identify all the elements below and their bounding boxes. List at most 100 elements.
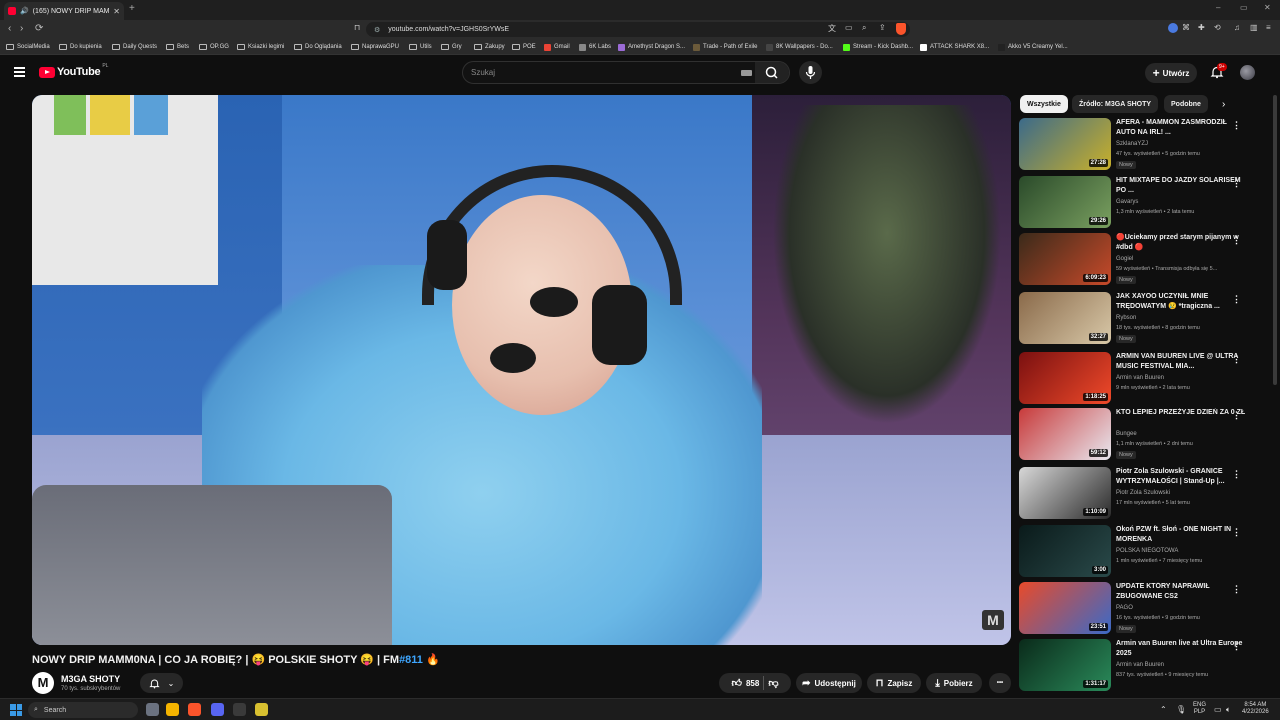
video-player[interactable]: M <box>32 95 1011 645</box>
channel-watermark[interactable]: M <box>982 610 1004 630</box>
bookmark-link[interactable]: Amethyst Dragon S... <box>618 41 685 53</box>
create-button[interactable]: + Utwórz <box>1145 63 1197 83</box>
recommendation-title[interactable]: AFERA - MAMMON ZASMRODZIŁ AUTO NA IRL! .… <box>1116 118 1246 138</box>
bookmark-folder[interactable]: Bets <box>166 41 189 53</box>
chevron-right-icon[interactable]: › <box>1222 99 1225 110</box>
bookmark-link[interactable]: Trade - Path of Exile <box>693 41 757 53</box>
chip-all[interactable]: Wszystkie <box>1020 95 1068 113</box>
translate-icon[interactable]: 文 <box>828 23 836 34</box>
like-button[interactable]: 👍︎ 858 <box>732 677 760 689</box>
recommendation-channel[interactable]: Gavarys <box>1116 199 1138 205</box>
bookmark-folder[interactable]: Do Oglądania <box>294 41 342 53</box>
video-thumbnail[interactable]: 3:00 <box>1019 525 1111 577</box>
save-button[interactable]: ⊓ Zapisz <box>867 673 921 693</box>
download-button[interactable]: ⤓ Pobierz <box>926 673 982 693</box>
bookmark-folder[interactable]: Ksiazki legimi <box>237 41 284 53</box>
video-thumbnail[interactable]: 23:51 <box>1019 582 1111 634</box>
speaker-icon[interactable]: 🔊 <box>20 7 29 15</box>
video-thumbnail[interactable]: 1:18:25 <box>1019 352 1111 404</box>
taskbar-app-icon[interactable] <box>146 703 159 716</box>
more-actions-button[interactable]: ••• <box>989 673 1011 693</box>
menu-icon[interactable] <box>14 67 25 77</box>
recommendation-title[interactable]: 🔴Uciekamy przed starym pijanym w #dbd 🔴 <box>1116 233 1246 253</box>
recommendation-item[interactable]: 27:28 AFERA - MAMMON ZASMRODZIŁ AUTO NA I… <box>1019 118 1259 172</box>
recommendation-item[interactable]: 59:12 KTO LEPIEJ PRZEŻYJE DZIEŃ ZA 0 ZŁ Bu… <box>1019 408 1259 462</box>
more-options-icon[interactable]: ⋮ <box>1232 469 1241 480</box>
video-thumbnail[interactable]: 59:12 <box>1019 408 1111 460</box>
zoom-icon[interactable]: ⌕ <box>862 23 866 33</box>
more-options-icon[interactable]: ⋮ <box>1232 294 1241 305</box>
reload-button[interactable]: ⟳ <box>35 23 43 34</box>
taskbar-app-icon[interactable] <box>255 703 268 716</box>
recommendation-title[interactable]: KTO LEPIEJ PRZEŻYJE DZIEŃ ZA 0 ZŁ <box>1116 408 1246 418</box>
keyboard-icon[interactable] <box>741 70 752 76</box>
site-info-icon[interactable]: ⚙ <box>374 26 380 34</box>
video-thumbnail[interactable]: 27:28 <box>1019 118 1111 170</box>
recommendation-channel[interactable]: SzklanaYZJ <box>1116 141 1148 147</box>
share-button[interactable]: ➦ Udostępnij <box>796 673 862 693</box>
bookmark-link[interactable]: 8K Wallpapers - Do... <box>766 41 833 53</box>
video-thumbnail[interactable]: 32:27 <box>1019 292 1111 344</box>
bookmark-folder[interactable]: Utils <box>409 41 432 53</box>
browser-tab[interactable]: 🔊 (165) NOWY DRIP MAMM0N ✕ <box>4 2 124 20</box>
volume-icon[interactable]: 🔈︎ <box>1226 705 1231 715</box>
recommendation-channel[interactable]: Rybson <box>1116 315 1136 321</box>
thumbs-down-icon[interactable]: 👎︎ <box>768 677 778 689</box>
more-options-icon[interactable]: ⋮ <box>1232 178 1241 189</box>
channel-name[interactable]: M3GA SHOTY <box>61 674 120 684</box>
search-button[interactable] <box>755 62 789 83</box>
share-page-icon[interactable]: ⇪ <box>879 23 886 32</box>
extension-icon[interactable] <box>1168 23 1178 33</box>
recommendation-channel[interactable]: Armin van Buuren <box>1116 662 1164 668</box>
windows-start-icon[interactable] <box>10 704 22 716</box>
recommendation-item[interactable]: 1:10:09 Piotr Zola Szulowski - GRANICE WY… <box>1019 467 1259 521</box>
recommendation-channel[interactable]: Bungee <box>1116 431 1137 437</box>
sync-icon[interactable]: ⟲ <box>1214 23 1221 32</box>
bookmark-folder[interactable]: Zakupy <box>474 41 505 53</box>
clock[interactable]: 8:54 AM 4/22/2026 <box>1242 702 1269 716</box>
more-options-icon[interactable]: ⋮ <box>1232 527 1241 538</box>
bookmark-link[interactable]: Gmail <box>544 41 570 53</box>
voice-search-button[interactable] <box>799 61 822 84</box>
search-input[interactable] <box>471 68 731 77</box>
recommendation-channel[interactable]: PAGO <box>1116 605 1133 611</box>
network-icon[interactable]: ▭ <box>1214 705 1222 714</box>
bookmark-folder[interactable]: Gry <box>441 41 462 53</box>
sidebar-scrollbar[interactable] <box>1273 95 1277 385</box>
bookmark-folder[interactable]: SocialMedia <box>6 41 50 53</box>
recommendation-item[interactable]: 23:51 UPDATE KTÓRY NAPRAWIŁ ZBUGOWANE CS2… <box>1019 582 1259 636</box>
recommendation-channel[interactable]: Armin van Buuren <box>1116 375 1164 381</box>
video-thumbnail[interactable]: 6:09:23 <box>1019 233 1111 285</box>
recommendation-item[interactable]: 6:09:23 🔴Uciekamy przed starym pijanym w … <box>1019 233 1259 287</box>
taskbar-app-icon[interactable] <box>233 703 246 716</box>
maximize-button[interactable]: ▭ <box>1240 3 1248 12</box>
video-thumbnail[interactable]: 29:26 <box>1019 176 1111 228</box>
video-thumbnail[interactable]: 1:31:17 <box>1019 639 1111 691</box>
recommendation-channel[interactable]: Gogiel <box>1116 256 1133 262</box>
recommendation-title[interactable]: ARMIN VAN BUUREN LIVE @ ULTRA MUSIC FEST… <box>1116 352 1246 372</box>
taskbar-app-icon[interactable] <box>188 703 201 716</box>
bookmark-link[interactable]: Akko V5 Creamy Yel... <box>998 41 1068 53</box>
taskbar-search[interactable]: ⌕ Search <box>28 702 138 718</box>
browser-menu-icon[interactable]: ≡ <box>1266 23 1271 32</box>
forward-button[interactable]: › <box>20 23 23 34</box>
channel-avatar[interactable]: M <box>32 672 54 694</box>
sidebar-icon[interactable]: ▥ <box>1250 23 1258 32</box>
recommendation-item[interactable]: 3:00 Okoń PZW ft. Słoń - ONE NIGHT IN MOR… <box>1019 525 1259 579</box>
recommendation-channel[interactable]: POLSKA NIEGOTOWA <box>1116 548 1178 554</box>
youtube-logo[interactable]: YouTube PL <box>39 63 108 78</box>
chip-related[interactable]: Podobne <box>1164 95 1208 113</box>
more-options-icon[interactable]: ⋮ <box>1232 410 1241 421</box>
language-indicator[interactable]: ENG PLP <box>1193 702 1206 716</box>
minimize-button[interactable]: – <box>1216 3 1220 12</box>
video-hashtag-link[interactable]: #811 <box>399 654 423 666</box>
taskbar-app-icon[interactable] <box>166 703 179 716</box>
recommendation-title[interactable]: UPDATE KTÓRY NAPRAWIŁ ZBUGOWANE CS2 <box>1116 582 1246 602</box>
bookmark-link[interactable]: ATTACK SHARK X8... <box>920 41 989 53</box>
chevron-up-icon[interactable]: ⌃ <box>1160 705 1167 714</box>
taskbar-app-icon[interactable] <box>211 703 224 716</box>
recommendation-title[interactable]: HIT MIXTAPE DO JAZDY SOLARISEM PO ... <box>1116 176 1246 196</box>
more-options-icon[interactable]: ⋮ <box>1232 354 1241 365</box>
bookmark-page-icon[interactable]: ⊓ <box>354 23 360 32</box>
recommendation-title[interactable]: Piotr Zola Szulowski - GRANICE WYTRZYMAŁ… <box>1116 467 1246 487</box>
